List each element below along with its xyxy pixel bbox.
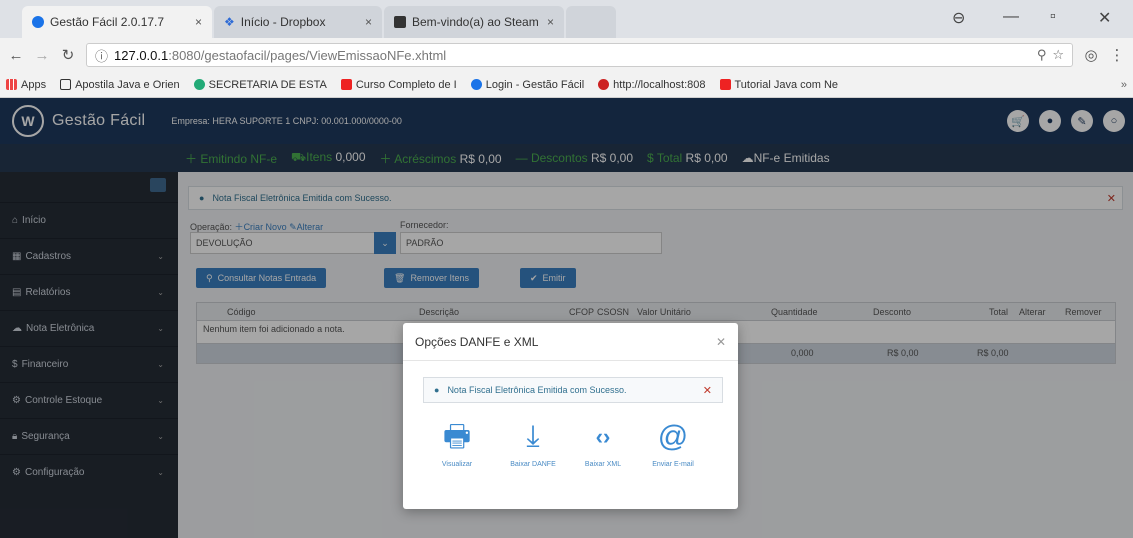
bookmark-label: Login - Gestão Fácil: [485, 78, 585, 91]
dialog-title: Opções DANFE e XML: [415, 334, 539, 349]
dialog-success-alert: ● Nota Fiscal Eletrônica Emitida com Suc…: [423, 377, 723, 403]
globe-icon: [193, 79, 205, 90]
bookmark-curso[interactable]: Curso Completo de I: [340, 78, 457, 91]
tab-close-icon[interactable]: ×: [365, 15, 372, 29]
baixar-xml-button[interactable]: ‹› Baixar XML: [573, 417, 633, 473]
url-host: 127.0.0.1: [114, 47, 169, 63]
url-input[interactable]: ⓘ 127.0.0.1:8080/gestaofacil/pages/ViewE…: [86, 43, 1073, 67]
tab-title: Gestão Fácil 2.0.17.7: [50, 15, 165, 29]
page-icon: [60, 79, 72, 90]
browser-tab-strip: Gestão Fácil 2.0.17.7 × ❖ Início - Dropb…: [0, 0, 1133, 38]
tab-close-icon[interactable]: ×: [195, 15, 202, 29]
site-icon: [598, 79, 610, 90]
action-label: Baixar XML: [584, 461, 622, 468]
danfe-xml-dialog: Opções DANFE e XML ✕ ● Nota Fiscal Eletr…: [403, 323, 738, 509]
download-icon: ⤓: [526, 420, 540, 453]
extension-icon[interactable]: ◎: [1083, 46, 1099, 64]
action-label: Enviar E-mail: [652, 461, 694, 468]
zoom-icon[interactable]: ⚲: [1037, 47, 1047, 63]
url-path: :8080/gestaofacil/pages/ViewEmissaoNFe.x…: [168, 47, 447, 63]
new-tab-button[interactable]: [566, 6, 616, 38]
tab-title: Bem-vindo(a) ao Steam: [412, 15, 539, 29]
bookmark-label: Apostila Java e Orien: [75, 78, 180, 91]
info-icon: ⓘ: [95, 48, 109, 64]
bookmark-localhost[interactable]: http://localhost:808: [598, 78, 706, 91]
visualizar-button[interactable]: 🖶︎ Visualizar: [427, 417, 487, 473]
close-icon[interactable]: ✕: [703, 384, 712, 397]
tab-steam[interactable]: Bem-vindo(a) ao Steam ×: [384, 6, 564, 38]
youtube-icon: [719, 79, 731, 90]
profile-icon[interactable]: ⊖: [952, 8, 965, 28]
minimize-icon[interactable]: —: [1003, 8, 1019, 26]
menu-icon[interactable]: ⋮: [1109, 46, 1125, 64]
action-label: Visualizar: [441, 461, 473, 468]
bookmark-login[interactable]: Login - Gestão Fácil: [470, 78, 585, 91]
bookmarks-bar: Apps Apostila Java e Orien SECRETARIA DE…: [0, 72, 1133, 98]
bookmark-label: Tutorial Java com Ne: [734, 78, 839, 91]
bookmark-apps[interactable]: Apps: [6, 79, 46, 91]
action-label: Baixar DANFE: [510, 461, 556, 468]
enviar-email-button[interactable]: @ Enviar E-mail: [643, 417, 703, 473]
info-icon: ●: [434, 385, 440, 395]
steam-icon: [394, 16, 406, 28]
alert-message: Nota Fiscal Eletrônica Emitida com Suces…: [447, 385, 627, 395]
bookmark-apostila[interactable]: Apostila Java e Orien: [60, 79, 180, 91]
chrome-favicon-icon: [32, 16, 44, 28]
close-window-icon[interactable]: ✕: [1098, 8, 1111, 28]
apps-grid-icon: [6, 79, 17, 90]
forward-icon[interactable]: →: [34, 47, 50, 64]
reload-icon[interactable]: ↻: [60, 46, 76, 64]
address-bar: ← → ↻ ⓘ 127.0.0.1:8080/gestaofacil/pages…: [0, 38, 1133, 72]
tab-title: Início - Dropbox: [240, 15, 326, 29]
tab-dropbox[interactable]: ❖ Início - Dropbox ×: [214, 6, 382, 38]
more-bookmarks-icon[interactable]: »: [1121, 79, 1127, 91]
tab-close-icon[interactable]: ×: [547, 15, 554, 29]
bookmark-label: Apps: [21, 78, 47, 91]
maximize-icon[interactable]: ▫: [1050, 8, 1056, 26]
chrome-favicon-icon: [470, 79, 482, 90]
bookmark-tutorial[interactable]: Tutorial Java com Ne: [719, 78, 839, 91]
bookmark-label: Curso Completo de I: [355, 78, 457, 91]
bookmark-label: SECRETARIA DE ESTA: [208, 78, 327, 91]
close-icon[interactable]: ✕: [716, 335, 726, 349]
dropbox-icon: ❖: [224, 15, 235, 29]
baixar-danfe-button[interactable]: ⤓ Baixar DANFE: [503, 417, 563, 473]
youtube-icon: [340, 79, 352, 90]
bookmark-label: http://localhost:808: [613, 78, 706, 91]
at-icon: @: [657, 420, 689, 453]
dialog-header: Opções DANFE e XML: [403, 323, 738, 361]
code-icon: ‹›: [595, 424, 611, 449]
back-icon[interactable]: ←: [8, 47, 24, 64]
tab-gestao-facil[interactable]: Gestão Fácil 2.0.17.7 ×: [22, 6, 212, 38]
star-icon[interactable]: ☆: [1052, 47, 1064, 63]
printer-icon: 🖶︎: [442, 420, 472, 453]
bookmark-secretaria[interactable]: SECRETARIA DE ESTA: [193, 78, 327, 91]
